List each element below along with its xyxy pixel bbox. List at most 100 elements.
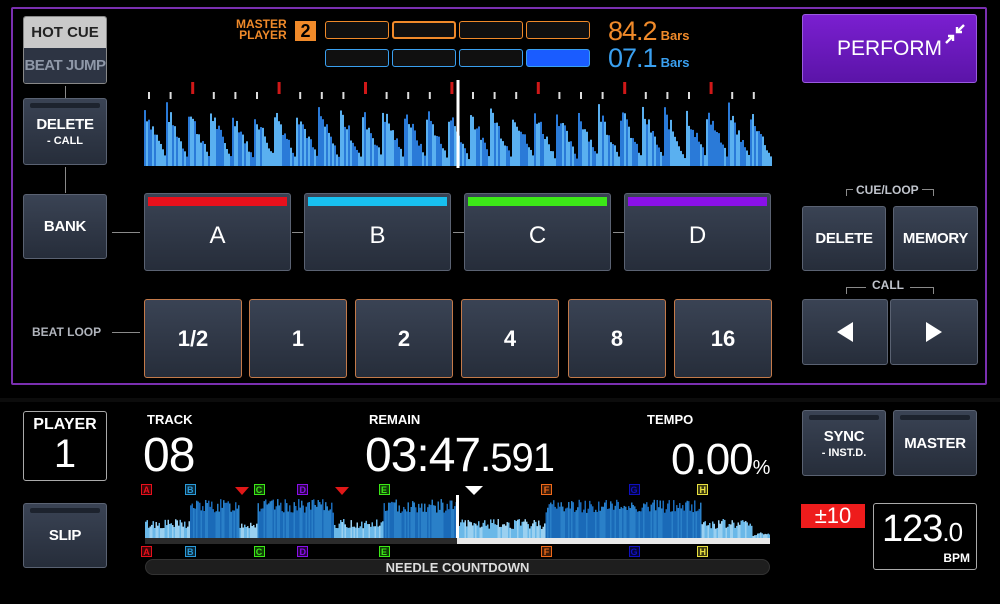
waveform-bar [685, 502, 687, 539]
delete-call-button[interactable]: DELETE - CALL [23, 98, 107, 165]
waveform-bar [425, 511, 427, 539]
beat-marker [234, 92, 237, 99]
waveform-bar [348, 125, 350, 166]
waveform-bar [532, 523, 534, 539]
waveform-bar [622, 508, 624, 539]
waveform-bar [522, 134, 524, 166]
waveform-bar [564, 125, 566, 166]
waveform-bar [521, 521, 523, 539]
call-previous-button[interactable] [802, 299, 888, 365]
perform-button[interactable]: PERFORM [802, 14, 977, 83]
waveform-bar [482, 522, 484, 539]
beat-marker [407, 92, 410, 99]
bank-button[interactable]: BANK [23, 194, 107, 259]
waveform-bar [262, 508, 264, 539]
waveform-bar [682, 154, 684, 166]
beat-jump-mode-button[interactable]: BEAT JUMP [24, 48, 106, 83]
waveform-bar [582, 129, 584, 166]
waveform-bar [196, 500, 198, 539]
waveform-bar [580, 121, 582, 166]
player-number: 1 [53, 432, 77, 476]
waveform-bar [760, 134, 762, 166]
master-button[interactable]: MASTER [893, 410, 977, 476]
waveform-bar [593, 512, 595, 539]
waveform-bar [311, 500, 313, 539]
beat-loop-pad-1[interactable]: 1 [249, 299, 347, 378]
bpm-unit: BPM [943, 551, 970, 565]
waveform-bar [515, 521, 517, 539]
needle-countdown-strip[interactable]: NEEDLE COUNTDOWN [145, 559, 770, 575]
hot-cue-beat-jump-switch[interactable]: HOT CUE BEAT JUMP [23, 16, 107, 84]
waveform-bar [384, 121, 386, 166]
cue-loop-memory-button[interactable]: MEMORY [893, 206, 978, 271]
connector-line [292, 232, 303, 233]
waveform-bar [611, 503, 613, 539]
waveform-bar [512, 119, 514, 166]
hot-cue-pad-a[interactable]: A [144, 193, 291, 271]
hot-cue-marker-e-top: E [378, 484, 390, 495]
hot-cue-pad-d[interactable]: D [624, 193, 771, 271]
beat-loop-pad-1-2[interactable]: 1/2 [144, 299, 242, 378]
waveform-bar [470, 115, 472, 166]
waveform-bar [409, 512, 411, 539]
waveform-bar [560, 502, 562, 539]
waveform-bar [662, 155, 664, 166]
waveform-bar [580, 502, 582, 539]
waveform-bar [688, 125, 690, 166]
waveform-bar [302, 505, 304, 539]
call-next-button[interactable] [890, 299, 978, 365]
tempo-range-badge[interactable]: ±10 [801, 503, 865, 528]
waveform-bar [606, 134, 608, 166]
waveform-bar [222, 136, 224, 166]
slip-button[interactable]: SLIP [23, 503, 107, 568]
hot-cue-pad-c[interactable]: C [464, 193, 611, 271]
waveform-bar [526, 521, 528, 539]
waveform-bar [184, 521, 186, 539]
waveform-bar [257, 503, 259, 539]
cue-loop-delete-button[interactable]: DELETE [802, 206, 886, 271]
waveform-bar [596, 153, 598, 166]
waveform-bar [289, 505, 291, 539]
tempo-caption: TEMPO [647, 412, 694, 427]
waveform-bar [160, 143, 162, 166]
waveform-bar [174, 126, 176, 166]
waveform-bar [764, 145, 766, 166]
hot-cue-color-bar [468, 197, 607, 206]
waveform-bar [305, 506, 307, 539]
waveform-bar [223, 500, 225, 539]
sync-button[interactable]: SYNC - INST.D. [802, 410, 886, 476]
beat-loop-pad-2[interactable]: 2 [355, 299, 453, 378]
waveform-bar [190, 505, 192, 539]
hot-cue-mode-button[interactable]: HOT CUE [24, 17, 106, 48]
waveform-bar [325, 502, 327, 539]
waveform-bar [240, 131, 242, 166]
waveform-bar [506, 146, 508, 166]
waveform-bar [584, 129, 586, 166]
waveform-bar [724, 519, 726, 539]
waveform-bar [386, 510, 388, 539]
waveform-bar [551, 504, 553, 539]
waveform-bar [494, 122, 496, 166]
connector-line [613, 232, 624, 233]
waveform-bar [746, 150, 748, 166]
button-indicator [809, 415, 879, 420]
waveform-bar [228, 153, 230, 166]
beat-loop-pad-16[interactable]: 16 [674, 299, 772, 378]
waveform-bar [592, 147, 594, 166]
waveform-bar [516, 126, 518, 166]
zoomed-waveform[interactable] [144, 80, 772, 168]
overview-waveform[interactable] [145, 495, 770, 539]
beat-marker [320, 92, 323, 99]
waveform-bar [186, 156, 188, 166]
waveform-bar [590, 504, 592, 539]
waveform-bar [454, 506, 456, 539]
waveform-bar [206, 503, 208, 539]
waveform-bar [164, 155, 166, 166]
waveform-bar [626, 509, 628, 539]
waveform-bar [530, 149, 532, 166]
hot-cue-pad-b[interactable]: B [304, 193, 451, 271]
waveform-bar [322, 499, 324, 539]
beat-loop-pad-8[interactable]: 8 [568, 299, 666, 378]
beat-loop-pad-4[interactable]: 4 [461, 299, 559, 378]
waveform-bar [655, 510, 657, 539]
